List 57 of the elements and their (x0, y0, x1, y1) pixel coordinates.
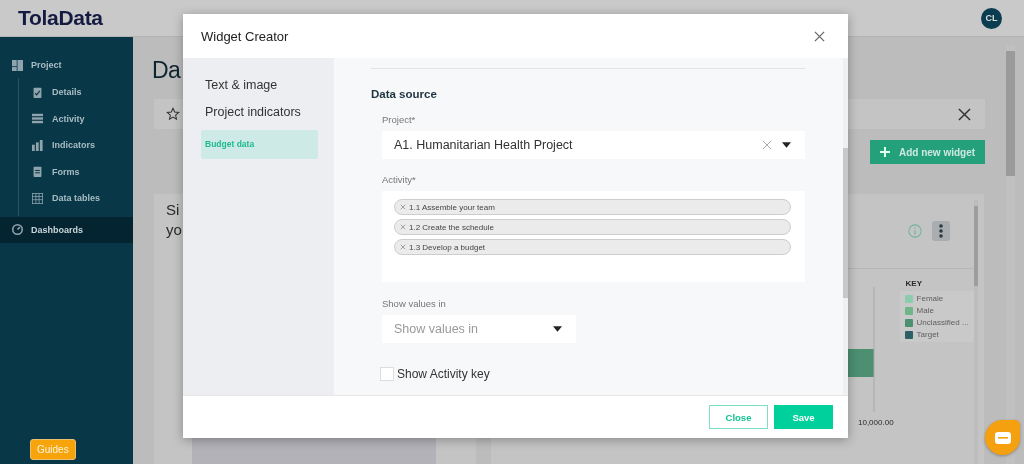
remove-icon[interactable] (400, 224, 406, 230)
close-icon[interactable] (814, 30, 825, 42)
chat-icon (994, 431, 1011, 444)
kebab-icon (938, 223, 943, 239)
card-title: Si (166, 200, 180, 220)
field-label: Show values in (382, 298, 447, 309)
field-label: Project* (382, 114, 417, 125)
caret-icon (782, 142, 791, 148)
activity-tag[interactable]: 1.3 Develop a budget (394, 239, 791, 255)
clear-icon[interactable] (762, 140, 772, 150)
legend-title: KEY (905, 279, 924, 288)
legend-label: Target (916, 330, 939, 339)
sidebar-item[interactable]: Details (19, 79, 133, 106)
clipboard-icon (32, 86, 43, 98)
more-options-button[interactable] (931, 221, 950, 241)
logo[interactable]: TolaData (18, 6, 103, 30)
bar-chart-icon (32, 139, 43, 151)
activity-multiselect[interactable]: 1.1 Assemble your team 1.2 Create the schedule 1.3 Develop a budget (382, 191, 805, 282)
activity-tag[interactable]: 1.1 Assemble your team (394, 199, 791, 215)
activity-tag[interactable]: 1.2 Create the schedule (394, 219, 791, 235)
scrollbar[interactable] (843, 58, 848, 395)
sidebar-item[interactable]: Data tables (19, 185, 133, 212)
page-title: Da (152, 56, 181, 85)
table-icon (32, 192, 43, 204)
sidebar-item[interactable]: Indicators (19, 132, 133, 159)
nav-tab[interactable]: Text & image (201, 74, 317, 101)
scrollbar[interactable] (1006, 45, 1015, 464)
chat-button[interactable] (985, 420, 1020, 455)
star-icon[interactable] (166, 107, 180, 121)
caret-icon (553, 326, 562, 332)
info-icon[interactable] (907, 224, 922, 238)
legend-label: Female (916, 294, 944, 303)
dialog-title: Widget Creator (201, 28, 289, 44)
section-title: Data source (371, 88, 438, 100)
sidebar-item[interactable]: Dashboards (0, 216, 133, 243)
nav-tab[interactable]: Project indicators (201, 101, 317, 128)
remove-icon[interactable] (400, 244, 406, 250)
layout-icon (12, 59, 23, 71)
legend-label: Male (916, 306, 934, 315)
sidebar-item[interactable]: Activity (19, 105, 133, 132)
remove-icon[interactable] (400, 204, 406, 210)
card-title: yo (166, 220, 182, 240)
sidebar-item[interactable]: Forms (19, 158, 133, 185)
sidebar-item[interactable]: Project (0, 52, 133, 78)
form-icon (32, 166, 43, 178)
gauge-icon (12, 224, 23, 235)
field-label: Activity* (382, 174, 417, 185)
checkbox-label: Show Activity key (397, 367, 490, 381)
plus-icon (879, 147, 890, 157)
project-select[interactable]: A1. Humanitarian Health Project (382, 131, 805, 159)
legend-label: Unclassified ... (916, 318, 969, 327)
scrollbar[interactable] (973, 200, 978, 464)
axis-label: 10,000.00 (858, 418, 894, 427)
user-avatar[interactable]: CL (981, 7, 1002, 29)
checkbox[interactable] (380, 367, 394, 381)
server-icon (32, 113, 43, 125)
close-icon[interactable] (958, 107, 971, 121)
